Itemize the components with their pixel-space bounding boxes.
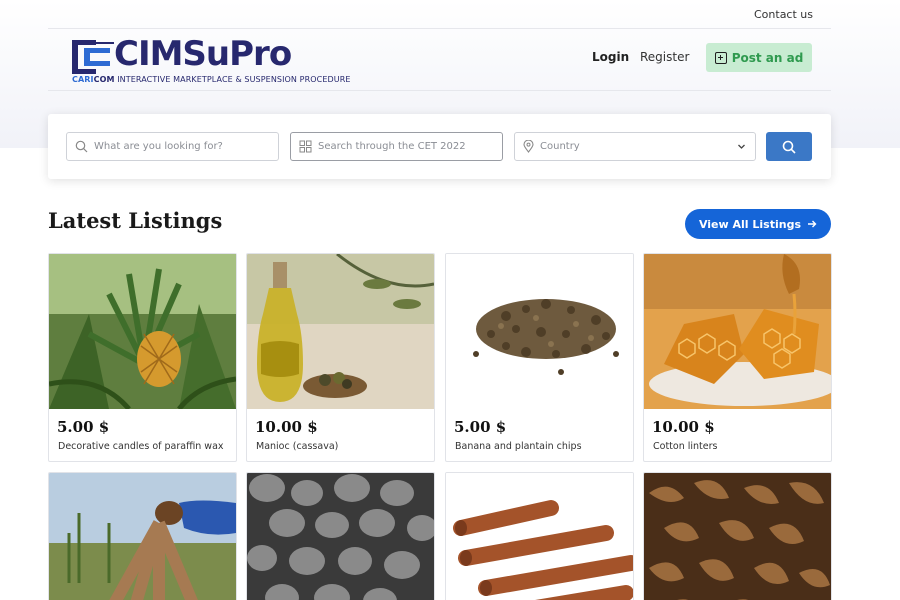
chevron-down-icon xyxy=(738,144,745,149)
view-all-label: View All Listings xyxy=(698,217,802,231)
post-ad-label: Post an ad xyxy=(731,50,804,65)
logo-subtitle: CARICOM INTERACTIVE MARKETPLACE & SUSPEN… xyxy=(72,75,351,84)
listing-image-honeycomb xyxy=(644,254,831,409)
site-logo[interactable]: CIMSuPro CARICOM INTERACTIVE MARKETPLACE… xyxy=(70,34,370,86)
listing-name: Decorative candles of paraffin wax xyxy=(58,441,224,452)
listing-image-pebbles xyxy=(247,473,434,600)
listing-price: 10.00 $ xyxy=(652,418,715,436)
logo-title: CIMSuPro xyxy=(114,34,292,74)
listing-name: Manioc (cassava) xyxy=(256,441,339,452)
country-placeholder: Country xyxy=(540,141,580,152)
cet-search-input[interactable]: Search through the CET 2022 xyxy=(290,132,503,161)
login-link[interactable]: Login xyxy=(592,50,629,64)
logo-sub-rest: INTERACTIVE MARKETPLACE & SUSPENSION PRO… xyxy=(114,75,351,84)
listing-image-nut-shells xyxy=(644,473,831,600)
listing-name: Cotton linters xyxy=(653,441,718,452)
listing-image-cassava xyxy=(49,473,236,600)
search-button[interactable] xyxy=(766,132,812,161)
listing-price: 5.00 $ xyxy=(454,418,507,436)
location-pin-icon xyxy=(523,140,534,153)
post-ad-button[interactable]: Post an ad xyxy=(706,43,812,72)
listing-card[interactable]: 10.00 $ Manioc (cassava) xyxy=(246,253,435,462)
listing-card[interactable]: 10.00 $ Cotton linters xyxy=(643,253,832,462)
listing-card[interactable]: 5.00 $ Decorative candles of paraffin wa… xyxy=(48,253,237,462)
cet-placeholder: Search through the CET 2022 xyxy=(318,141,466,152)
view-all-listings-button[interactable]: View All Listings xyxy=(685,209,831,239)
logo-sub-com: COM xyxy=(93,75,115,84)
plus-square-icon xyxy=(714,51,727,64)
listing-image-seeds xyxy=(446,254,633,409)
country-select[interactable]: Country xyxy=(514,132,756,161)
listing-card[interactable] xyxy=(445,472,634,600)
search-icon xyxy=(782,140,796,154)
logo-mark-icon xyxy=(72,40,114,74)
arrow-right-icon xyxy=(808,220,817,228)
grid-icon xyxy=(299,140,312,153)
listing-price: 10.00 $ xyxy=(255,418,318,436)
listing-card[interactable]: 5.00 $ Banana and plantain chips xyxy=(445,253,634,462)
keyword-search-input[interactable]: What are you looking for? xyxy=(66,132,279,161)
listing-card[interactable] xyxy=(246,472,435,600)
listing-image-cinnamon xyxy=(446,473,633,600)
search-icon xyxy=(75,140,88,153)
latest-listings-heading: Latest Listings xyxy=(48,208,223,233)
contact-us-link[interactable]: Contact us xyxy=(754,8,813,21)
search-panel: What are you looking for? Search through… xyxy=(48,114,831,179)
keyword-placeholder: What are you looking for? xyxy=(94,141,223,152)
top-bar: Contact us xyxy=(48,0,831,29)
listing-card[interactable] xyxy=(643,472,832,600)
site-header: CIMSuPro CARICOM INTERACTIVE MARKETPLACE… xyxy=(48,29,831,91)
listing-price: 5.00 $ xyxy=(57,418,110,436)
listing-image-olive-oil xyxy=(247,254,434,409)
listing-image-pineapple xyxy=(49,254,236,409)
register-link[interactable]: Register xyxy=(640,50,689,64)
logo-sub-cari: CARI xyxy=(72,75,94,84)
listing-name: Banana and plantain chips xyxy=(455,441,582,452)
listing-card[interactable] xyxy=(48,472,237,600)
